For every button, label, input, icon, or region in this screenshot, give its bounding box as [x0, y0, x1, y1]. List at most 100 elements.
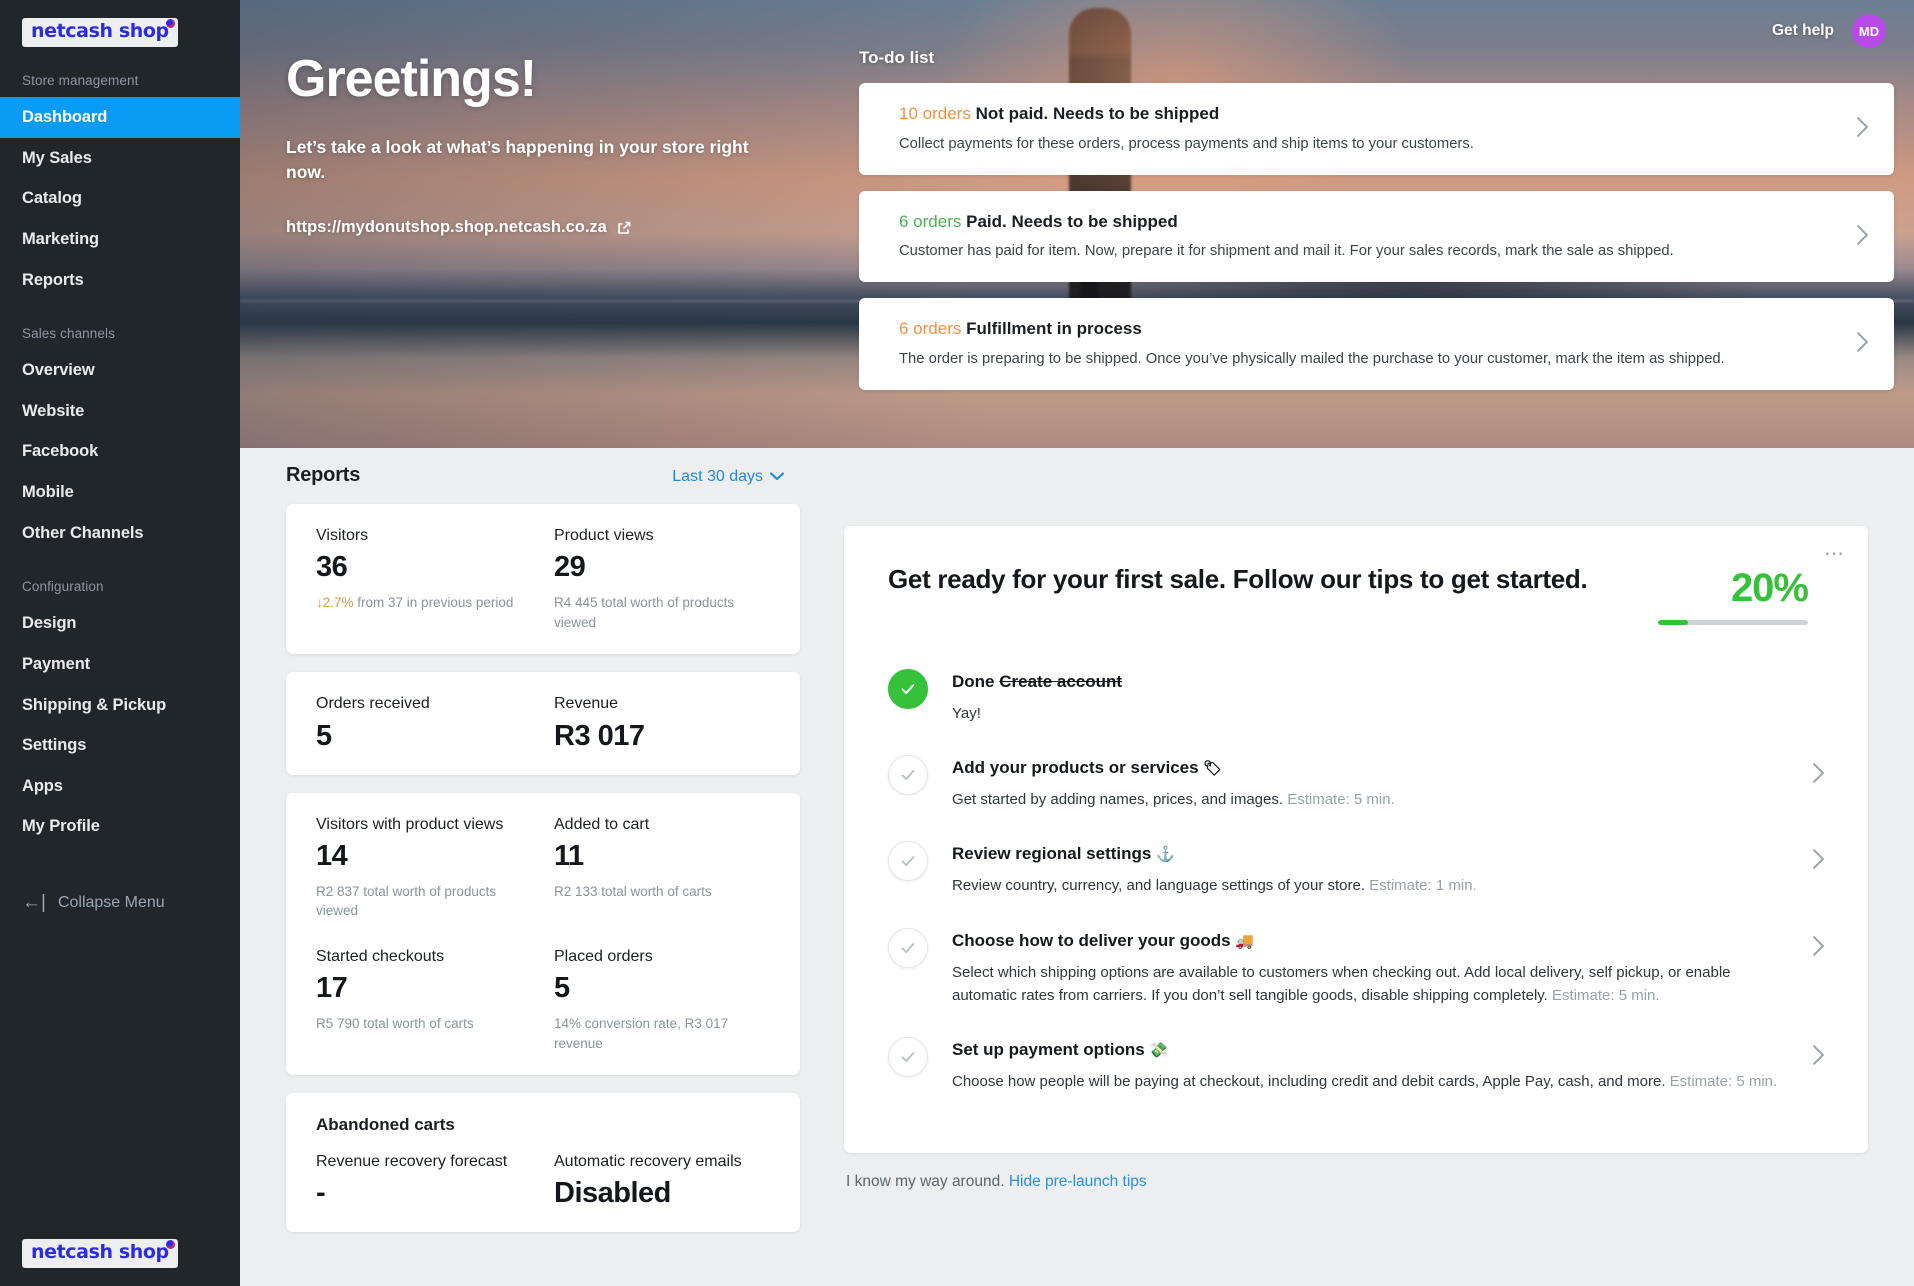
metric-value: Disabled [554, 1177, 671, 1210]
metric-cell: Automatic recovery emails Disabled [554, 1152, 774, 1210]
sidebar-item-settings[interactable]: Settings [0, 725, 240, 766]
tip-step-title-text: Done [952, 672, 1000, 691]
sidebar-item-apps[interactable]: Apps [0, 766, 240, 807]
todo-item[interactable]: 6 orders Fulfillment in process The order… [859, 298, 1894, 390]
sidebar-item-my-sales[interactable]: My Sales [0, 138, 240, 179]
tip-step-desc: Yay! [952, 702, 1824, 725]
collapse-menu-button[interactable]: ←| Collapse Menu [0, 881, 240, 924]
get-help-button[interactable]: Get help [1772, 22, 1834, 40]
abandoned-carts-title: Abandoned carts [316, 1115, 455, 1135]
metric-note: R5 790 total worth of carts [316, 1016, 474, 1031]
tip-step[interactable]: Done Create account Yay! [888, 655, 1824, 741]
progress-indicator: 20% [1658, 562, 1809, 625]
metric-label: Revenue [554, 695, 619, 713]
metric-cell: Visitors with product views 14 R2 837 tota… [316, 815, 536, 921]
sidebar-item-reports[interactable]: Reports [0, 260, 240, 301]
metric-cell: Orders received 5 [316, 694, 536, 752]
greeting-column: Greetings! Let’s take a look at what’s h… [286, 0, 796, 406]
progress-percent: 20% [1730, 566, 1809, 610]
check-pending-icon[interactable] [888, 1037, 928, 1077]
metric-label: Added to cart [554, 815, 650, 833]
tip-step-title: Set up payment options 💸 [952, 1039, 1789, 1062]
sidebar-item-dashboard[interactable]: Dashboard [0, 97, 240, 138]
tip-step-title: Choose how to deliver your goods 🚚 [952, 930, 1789, 953]
tip-step-emoji-icon: ⚓ [1156, 846, 1175, 864]
sidebar-item-catalog[interactable]: Catalog [0, 178, 240, 219]
hero-banner: Greetings! Let’s take a look at what’s h… [240, 0, 1914, 448]
sidebar-section-label: Sales channels [22, 326, 115, 342]
avatar[interactable]: MD [1852, 14, 1886, 48]
sidebar-item-design[interactable]: Design [0, 603, 240, 644]
todo-item-body: 6 orders Paid. Needs to be shipped Custom… [899, 210, 1837, 263]
tip-step[interactable]: Add your products or services 🏷 Get start… [888, 741, 1824, 827]
metric-value: 17 [316, 972, 348, 1004]
todo-items: 10 orders Not paid. Needs to be shipped C… [859, 83, 1894, 390]
tip-step-title-text: Set up payment options [952, 1040, 1150, 1059]
chevron-right-icon[interactable] [1813, 928, 1824, 961]
metric-value: 36 [316, 551, 348, 584]
chevron-right-icon[interactable] [1813, 755, 1824, 788]
sidebar-item-shipping-pickup[interactable]: Shipping & Pickup [0, 685, 240, 726]
sidebar-item-website[interactable]: Website [0, 391, 240, 432]
todo-item-desc: Collect payments for these orders, proce… [899, 135, 1474, 152]
hide-prelaunch-tips-link[interactable]: Hide pre-launch tips [1009, 1173, 1147, 1190]
tip-step[interactable]: Choose how to deliver your goods 🚚 Select… [888, 914, 1824, 1023]
chevron-right-icon[interactable] [1813, 1037, 1824, 1070]
tip-step-body: Add your products or services 🏷 Get start… [952, 755, 1789, 811]
netcash-shop-logo[interactable]: netcash shop [22, 18, 178, 47]
sidebar-item-mobile[interactable]: Mobile [0, 472, 240, 513]
tips-header: Get ready for your first sale. Follow ou… [888, 562, 1824, 625]
todo-item-count: 10 orders [899, 104, 971, 123]
greeting-subtitle: Let’s take a look at what’s happening in… [286, 136, 749, 182]
tip-step[interactable]: Review regional settings ⚓ Review country… [888, 827, 1824, 913]
todo-item[interactable]: 10 orders Not paid. Needs to be shipped C… [859, 83, 1894, 175]
sidebar-section-label: Configuration [22, 579, 104, 595]
netcash-shop-logo-footer[interactable]: netcash shop [22, 1239, 178, 1268]
progress-bar-fill [1658, 620, 1688, 625]
store-url-link[interactable]: https://mydonutshop.shop.netcash.co.za [286, 218, 607, 237]
sidebar-logo-top[interactable]: netcash shop [0, 0, 240, 47]
tips-steps: Done Create account Yay! Add your products… [888, 655, 1824, 1109]
progress-bar [1658, 620, 1808, 625]
more-options-icon[interactable]: ⋯ [1824, 544, 1846, 564]
logo-text-footer: netcash shop [31, 1241, 169, 1263]
todo-item-heading: 10 orders Not paid. Needs to be shipped [899, 102, 1837, 126]
metric-label: Placed orders [554, 947, 653, 965]
reports-panel: Reports Last 30 days Visitors 36 ↓2.7% fro… [240, 448, 800, 1250]
tip-step[interactable]: Set up payment options 💸 Choose how peopl… [888, 1023, 1824, 1109]
tip-step-title-text: Review regional settings [952, 844, 1157, 864]
store-url-row[interactable]: https://mydonutshop.shop.netcash.co.za [286, 218, 796, 237]
chevron-right-icon[interactable] [1857, 330, 1868, 356]
lower-section: Reports Last 30 days Visitors 36 ↓2.7% fro… [240, 448, 1914, 1250]
sidebar-nav: Store management Dashboard My Sales Catalog… [0, 73, 240, 847]
check-done-icon[interactable] [888, 669, 928, 709]
period-select[interactable]: Last 30 days [672, 468, 785, 486]
tip-step-desc-text: Review country, currency, and language s… [952, 877, 1370, 895]
check-pending-icon[interactable] [888, 927, 928, 968]
dashboard-page: netcash shop Store management Dashboard My… [0, 0, 1914, 1286]
sidebar-item-overview[interactable]: Overview [0, 350, 240, 391]
sidebar-item-marketing[interactable]: Marketing [0, 219, 240, 260]
todo-item[interactable]: 6 orders Paid. Needs to be shipped Custom… [859, 190, 1894, 282]
check-pending-icon[interactable] [888, 841, 928, 882]
todo-item-heading: 6 orders Fulfillment in process [899, 317, 1837, 341]
tip-step-title-strike: Create account [999, 672, 1123, 691]
tip-step-desc-text: Choose how people will be paying at chec… [952, 1072, 1670, 1090]
metric-note: R2 133 total worth of carts [554, 883, 712, 899]
sidebar-item-my-profile[interactable]: My Profile [0, 806, 240, 847]
todo-list: To-do list 10 orders Not paid. Needs to … [859, 0, 1894, 406]
collapse-menu-label: Collapse Menu [57, 893, 165, 911]
sidebar-item-payment[interactable]: Payment [0, 644, 240, 685]
prelaunch-tips-panel: ⋯ Get ready for your first sale. Follow … [800, 448, 1914, 1250]
sidebar-item-facebook[interactable]: Facebook [0, 431, 240, 472]
chevron-right-icon[interactable] [1857, 115, 1868, 141]
sidebar-item-other-channels[interactable]: Other Channels [0, 513, 240, 554]
tips-title: Get ready for your first sale. Follow ou… [888, 564, 1588, 594]
chevron-right-icon[interactable] [1813, 841, 1824, 874]
sidebar-logo-bottom[interactable]: netcash shop [22, 1239, 178, 1268]
chevron-right-icon[interactable] [1857, 223, 1868, 249]
external-link-icon[interactable] [616, 220, 632, 236]
check-pending-icon[interactable] [888, 755, 928, 796]
metric-grid: Visitors 36 ↓2.7% from 37 in previous peri… [316, 526, 774, 632]
tip-step-body: Review regional settings ⚓ Review country… [952, 841, 1789, 897]
